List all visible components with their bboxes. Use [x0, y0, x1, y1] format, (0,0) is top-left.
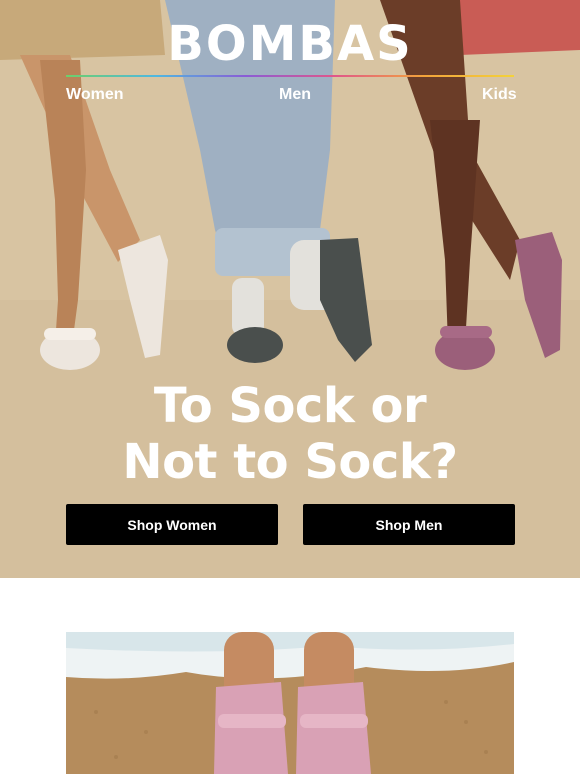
shop-men-button[interactable]: Shop Men: [303, 504, 515, 545]
nav-kids-link[interactable]: Kids: [482, 86, 517, 104]
nav-women-link[interactable]: Women: [66, 86, 123, 104]
brand-logo[interactable]: BOMBAS: [0, 18, 580, 70]
hero-headline: To Sock or Not to Sock?: [0, 378, 580, 490]
beach-slides-photo[interactable]: [66, 632, 514, 774]
nav-men-link[interactable]: Men: [279, 86, 311, 104]
shop-women-button[interactable]: Shop Women: [66, 504, 278, 545]
hero-banner[interactable]: BOMBAS Women Men Kids To Sock or Not to …: [0, 0, 580, 578]
rainbow-divider: [66, 75, 514, 77]
headline-line-1: To Sock or: [153, 378, 427, 434]
headline-line-2: Not to Sock?: [122, 434, 458, 490]
